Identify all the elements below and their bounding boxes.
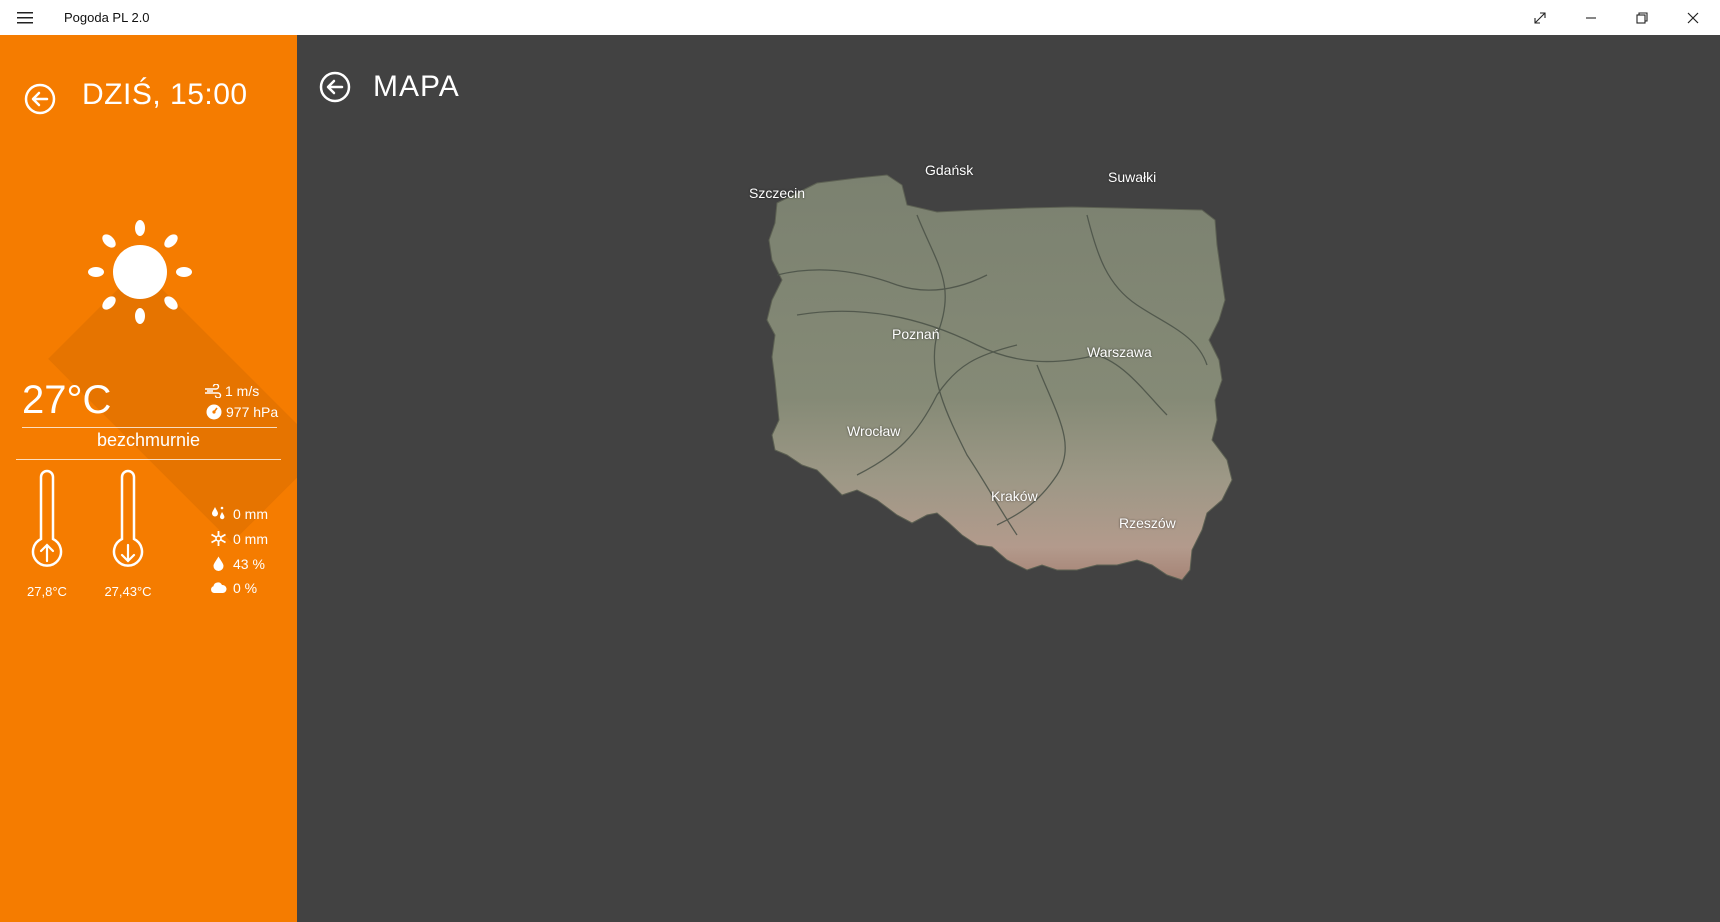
rain-drops-icon (212, 506, 225, 520)
snow-value: 0 mm (233, 530, 268, 547)
restore-button[interactable] (1617, 0, 1667, 35)
snowflake-icon (211, 531, 226, 546)
city-label-krakow: Kraków (991, 488, 1038, 504)
snow-info: 0 mm (210, 530, 268, 547)
cloud-icon (211, 582, 227, 593)
rain-info: 0 mm (210, 505, 268, 522)
max-temperature: 27,8°C (27, 584, 67, 599)
expand-icon (1534, 11, 1546, 24)
weather-description: bezchmurnie (96, 430, 201, 450)
back-arrow-icon[interactable] (24, 83, 56, 115)
wind-icon (205, 384, 222, 398)
city-label-szczecin: Szczecin (749, 185, 806, 201)
rain-value: 0 mm (233, 505, 268, 522)
city-label-suwalki: Suwałki (1108, 169, 1157, 185)
close-button[interactable] (1668, 0, 1718, 35)
window-title: Pogoda PL 2.0 (64, 10, 150, 25)
wind-info: 1 m/s (204, 383, 259, 399)
city-label-poznan: Poznań (892, 326, 940, 342)
pressure-info: 977 hPa (206, 404, 278, 420)
city-label-gdansk: Gdańsk (925, 162, 974, 178)
forecast-time-title: DZIŚ, 15:00 (82, 78, 248, 111)
water-drop-icon (213, 556, 224, 571)
map-view: MAPA Szczecin Gdańsk Suwałki Poznań Wars… (297, 35, 1720, 922)
wind-value: 1 m/s (225, 383, 260, 399)
current-temperature: 27°C (22, 378, 112, 422)
hamburger-menu-icon[interactable] (14, 8, 36, 28)
cloudiness-info: 0 % (210, 579, 257, 596)
humidity-info: 43 % (210, 555, 265, 572)
thermometer-min-icon (112, 469, 144, 567)
divider (22, 427, 277, 428)
sun-icon (88, 220, 192, 324)
minimize-button[interactable] (1566, 0, 1616, 35)
close-icon (1687, 12, 1699, 23)
pressure-value: 977 hPa (226, 404, 279, 420)
fullscreen-button[interactable] (1515, 0, 1565, 35)
city-label-warszawa: Warszawa (1087, 344, 1152, 360)
title-bar: Pogoda PL 2.0 (0, 0, 1720, 35)
city-label-rzeszow: Rzeszów (1119, 515, 1176, 531)
poland-relief-map[interactable] (297, 35, 1720, 922)
pressure-gauge-icon (206, 404, 222, 420)
divider (16, 459, 281, 460)
humidity-value: 43 % (233, 555, 265, 572)
min-temperature: 27,43°C (104, 584, 152, 599)
current-weather-panel: DZIŚ, 15:00 27°C 1 m/s 977 hPa bezchmurn… (0, 35, 297, 922)
cloudiness-value: 0 % (233, 579, 258, 596)
city-label-wroclaw: Wrocław (847, 423, 901, 439)
thermometer-max-icon (31, 469, 63, 567)
restore-icon (1636, 11, 1648, 24)
minimize-icon (1586, 16, 1596, 19)
